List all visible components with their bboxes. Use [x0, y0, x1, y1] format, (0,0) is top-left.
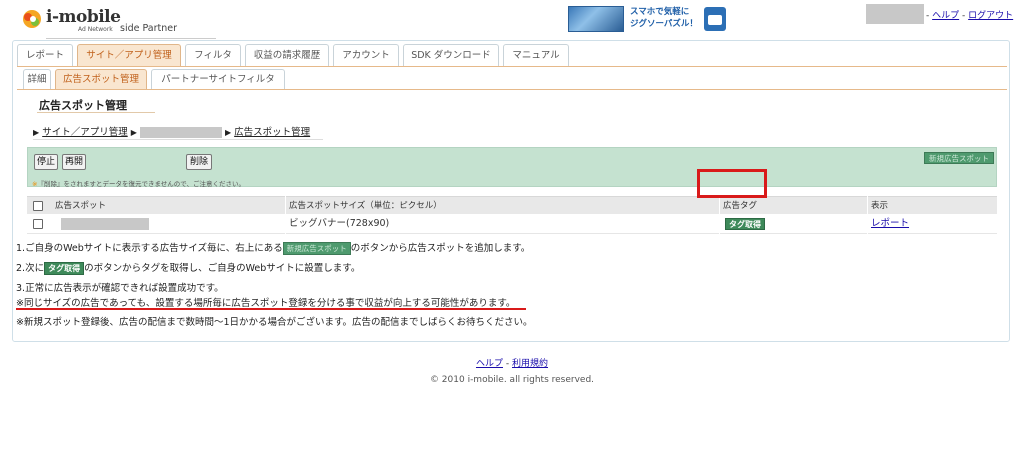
- banner-text: スマホで気軽に ジグソーパズル！: [630, 6, 698, 30]
- separator: -: [962, 11, 966, 21]
- note-tip: ※同じサイズの広告であっても、設置する場所毎に広告スポット登録を分ける事で収益が…: [16, 298, 516, 309]
- delete-warning-text: 『削除』をされますとデータを復元できませんので、ご注意ください。: [37, 180, 245, 188]
- tab-manual[interactable]: マニュアル: [503, 44, 569, 66]
- get-tag-button[interactable]: タグ取得: [725, 218, 765, 230]
- logo-mark-icon: [23, 10, 41, 28]
- report-link[interactable]: レポート: [871, 218, 909, 229]
- footer-terms-link[interactable]: 利用規約: [512, 359, 548, 369]
- chevron-right-icon: ▶: [224, 128, 232, 137]
- separator: -: [505, 359, 510, 369]
- delete-button[interactable]: 削除: [186, 154, 212, 170]
- page-title: 広告スポット管理: [39, 99, 127, 112]
- tab-billing[interactable]: 収益の請求履歴: [245, 44, 329, 66]
- chevron-right-icon: ▶: [33, 128, 40, 137]
- logo-sub: Ad Network: [78, 26, 113, 33]
- note-step-1: 1.ご自身のWebサイトに表示する広告サイズ毎に、右上にある 新規広告スポット のボ…: [16, 240, 530, 255]
- table-row: ビッグバナー(728x90) タグ取得 レポート: [27, 214, 997, 234]
- user-name-redacted: [866, 4, 924, 24]
- help-link[interactable]: ヘルプ: [932, 11, 959, 21]
- app-icon: [704, 7, 726, 31]
- note-step-2-text: 2.次に: [16, 263, 45, 274]
- subtab-detail[interactable]: 詳細: [23, 69, 51, 89]
- top-links: - ヘルプ - ログアウト: [926, 8, 1013, 21]
- logo-partner: side Partner: [120, 23, 178, 34]
- highlight-underline: [16, 308, 526, 310]
- tab-sdk-download[interactable]: SDK ダウンロード: [403, 44, 499, 66]
- delete-warning: ※『削除』をされますとデータを復元できませんので、ご注意ください。: [32, 178, 245, 188]
- breadcrumb-site-app[interactable]: サイト／アプリ管理: [42, 127, 128, 138]
- footer-help-link[interactable]: ヘルプ: [476, 359, 503, 369]
- banner-text-line2: ジグソーパズル！: [630, 19, 698, 29]
- stop-button[interactable]: 停止: [34, 154, 58, 170]
- banner-text-line1: スマホで気軽に: [630, 7, 690, 17]
- header: i-mobile Ad Network side Partner スマホで気軽に…: [0, 0, 1024, 40]
- col-display: 表示: [871, 201, 889, 211]
- separator: -: [926, 11, 930, 21]
- ad-banner[interactable]: スマホで気軽に ジグソーパズル！: [568, 6, 728, 32]
- title-underline: [37, 112, 155, 113]
- tabs-underline: [17, 66, 1007, 67]
- breadcrumb: ▶ サイト／アプリ管理 ▶ ▶ 広告スポット管理: [33, 124, 310, 138]
- display-cell: レポート: [871, 214, 909, 233]
- resume-button[interactable]: 再開: [62, 154, 86, 170]
- col-size: 広告スポットサイズ（単位：ピクセル）: [289, 201, 442, 211]
- breadcrumb-ad-spot[interactable]: 広告スポット管理: [234, 127, 310, 138]
- note-step-3: 3.正常に広告表示が確認できれば設置成功です。: [16, 283, 224, 294]
- breadcrumb-divider: [33, 139, 323, 140]
- note-step-2: 2.次に タグ取得 のボタンからタグを取得し、ご自身のWebサイトに設置します。: [16, 260, 360, 275]
- column-divider: [285, 196, 286, 234]
- logo-divider: [46, 38, 216, 39]
- tab-filter[interactable]: フィルタ: [185, 44, 241, 66]
- breadcrumb-redacted-site[interactable]: [139, 127, 222, 138]
- ad-spot-size: ビッグバナー(728x90): [289, 218, 390, 229]
- tab-report[interactable]: レポート: [17, 44, 73, 66]
- inline-new-spot-button: 新規広告スポット: [282, 242, 351, 255]
- action-toolbar: 停止 再開 削除 ※『削除』をされますとデータを復元できませんので、ご注意くださ…: [27, 147, 997, 188]
- note-step-1-text: 1.ご自身のWebサイトに表示する広告サイズ毎に、右上にある: [16, 243, 283, 254]
- inline-get-tag-button: タグ取得: [44, 262, 85, 275]
- highlight-box: [697, 169, 767, 198]
- ad-spot-name-redacted: [61, 218, 149, 230]
- subtab-ad-spot[interactable]: 広告スポット管理: [55, 69, 147, 89]
- table-header: 広告スポット 広告スポットサイズ（単位：ピクセル） 広告タグ 表示: [27, 196, 997, 214]
- note-delay: ※新規スポット登録後、広告の配信まで数時間〜1日かかる場合がございます。広告の配…: [16, 317, 533, 328]
- column-divider: [719, 196, 720, 234]
- new-ad-spot-button[interactable]: 新規広告スポット: [924, 152, 994, 164]
- col-tag: 広告タグ: [723, 201, 758, 211]
- subtab-partner-filter[interactable]: パートナーサイトフィルタ: [151, 69, 285, 89]
- subtabs-underline: [17, 89, 1007, 90]
- row-checkbox[interactable]: [33, 219, 43, 229]
- copyright: © 2010 i-mobile. all rights reserved.: [429, 375, 595, 385]
- tab-site-app[interactable]: サイト／アプリ管理: [77, 44, 181, 66]
- footer-links: ヘルプ - 利用規約: [0, 356, 1024, 369]
- select-all-checkbox[interactable]: [33, 201, 43, 211]
- logo-text: i-mobile: [46, 7, 121, 27]
- note-step-2-text-b: のボタンからタグを取得し、ご自身のWebサイトに設置します。: [84, 263, 361, 274]
- chevron-right-icon: ▶: [130, 128, 137, 137]
- banner-image: [568, 6, 624, 32]
- col-ad-spot: 広告スポット: [55, 201, 107, 211]
- logo[interactable]: i-mobile Ad Network side Partner: [22, 7, 216, 39]
- column-divider: [867, 196, 868, 234]
- tab-account[interactable]: アカウント: [333, 44, 399, 66]
- logout-link[interactable]: ログアウト: [968, 11, 1013, 21]
- note-step-1-text-b: のボタンから広告スポットを追加します。: [350, 243, 531, 254]
